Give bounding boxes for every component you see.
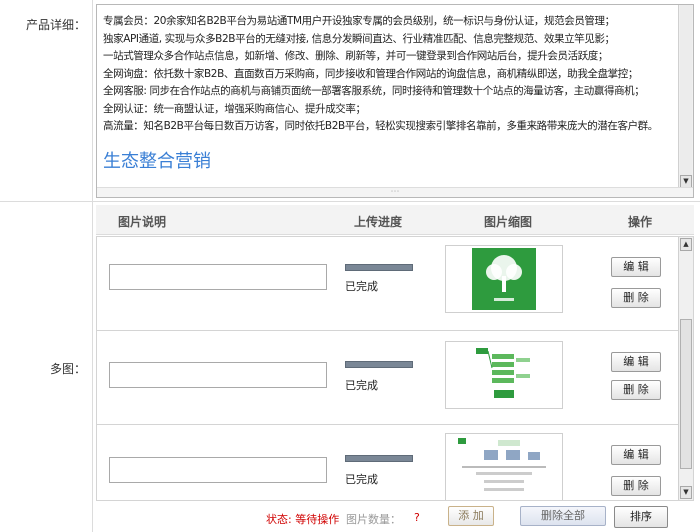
flowchart-thumbnail-icon (474, 344, 534, 406)
image-count-label: 图片数量： (346, 513, 401, 526)
multi-image-label: 多图： (49, 362, 86, 376)
table-row: 已完成 编 辑 删 除 (97, 237, 679, 331)
tree-thumbnail-icon (472, 248, 536, 310)
upload-progress-text: 已完成 (345, 280, 378, 293)
image-list: 已完成 编 辑 删 除 已完成 编 辑 删 除 已完成 编 辑 删 除 ▲ ▼ (96, 236, 694, 501)
upload-progress-bar (345, 455, 413, 462)
table-row: 已完成 编 辑 删 除 (97, 425, 679, 500)
editor-scroll-track[interactable] (680, 5, 692, 189)
column-header-actions: 操作 (628, 215, 653, 229)
editor-heading: 生态整合营销 (103, 150, 211, 172)
image-description-input[interactable] (109, 264, 327, 290)
upload-progress-bar (345, 264, 413, 271)
image-thumbnail (445, 433, 563, 500)
product-detail-editor[interactable]: 专属会员：20余家知名B2B平台为易站通TM用户开设独家专属的会员级别，统一标识… (96, 4, 694, 198)
column-header-thumbnail: 图片缩图 (484, 215, 533, 229)
delete-button[interactable]: 删 除 (611, 288, 661, 308)
edit-button[interactable]: 编 辑 (611, 352, 661, 372)
image-description-input[interactable] (109, 362, 327, 388)
scrollbar-thumb[interactable] (680, 319, 692, 469)
status-text: 状态: 等待操作 (266, 513, 340, 526)
image-thumbnail (445, 245, 563, 313)
product-detail-label: 产品详细： (25, 18, 86, 32)
resize-handle-icon[interactable]: ⋯ (97, 187, 693, 197)
row-divider (0, 201, 700, 202)
scroll-up-icon[interactable]: ▲ (680, 238, 692, 251)
image-toolbar: 状态: 等待操作 图片数量： ? 添 加 删除全部 排序 (96, 504, 694, 530)
editor-line: 专属会员：20余家知名B2B平台为易站通TM用户开设独家专属的会员级别，统一标识… (103, 15, 615, 27)
upload-progress-text: 已完成 (345, 379, 378, 392)
editor-line: 一站式管理众多合作站点信息，如新增、修改、删除、刷新等，并可一键登录到合作网站后… (103, 50, 608, 62)
edit-button[interactable]: 编 辑 (611, 445, 661, 465)
scroll-down-icon[interactable]: ▼ (680, 486, 692, 499)
editor-scrollbar[interactable]: ▼ (678, 5, 693, 189)
image-description-input[interactable] (109, 457, 327, 483)
image-table-header: 图片说明 上传进度 图片缩图 操作 (96, 205, 694, 235)
upload-progress-text: 已完成 (345, 473, 378, 486)
editor-content[interactable]: 专属会员：20余家知名B2B平台为易站通TM用户开设独家专属的会员级别，统一标识… (97, 5, 679, 193)
delete-button[interactable]: 删 除 (611, 476, 661, 496)
editor-line: 全网认证：统一商盟认证，增强采购商信心、提升成交率； (103, 102, 366, 115)
image-count-value: ? (414, 511, 420, 524)
sort-button[interactable]: 排序 (614, 506, 668, 528)
delete-all-button[interactable]: 删除全部 (520, 506, 606, 526)
edit-button[interactable]: 编 辑 (611, 257, 661, 277)
table-row: 已完成 编 辑 删 除 (97, 331, 679, 425)
image-list-scrollbar[interactable]: ▲ ▼ (678, 237, 693, 500)
editor-line: 全网询盘：依托数十家B2B、直面数百万采购商，同步接收和管理合作网站的询盘信息，… (103, 67, 638, 80)
product-sheet-thumbnail-icon (454, 436, 554, 500)
upload-progress-bar (345, 361, 413, 368)
image-thumbnail (445, 341, 563, 409)
column-header-description: 图片说明 (118, 215, 167, 229)
editor-line: 独家API通道, 实现与众多B2B平台的无缝对接, 信息分发瞬间直达、行业精准匹… (103, 32, 615, 45)
column-header-progress: 上传进度 (354, 215, 403, 229)
add-button[interactable]: 添 加 (448, 506, 494, 526)
label-column-divider (92, 0, 93, 532)
delete-button[interactable]: 删 除 (611, 380, 661, 400)
editor-line: 高流量：知名B2B平台每日数百万访客，同时依托B2B平台，轻松实现搜索引擎排名靠… (103, 120, 658, 132)
editor-line: 全网客服: 同步在合作站点的商机与商铺页面统一部署客服系统，同时接待和管理数十个… (103, 85, 645, 97)
